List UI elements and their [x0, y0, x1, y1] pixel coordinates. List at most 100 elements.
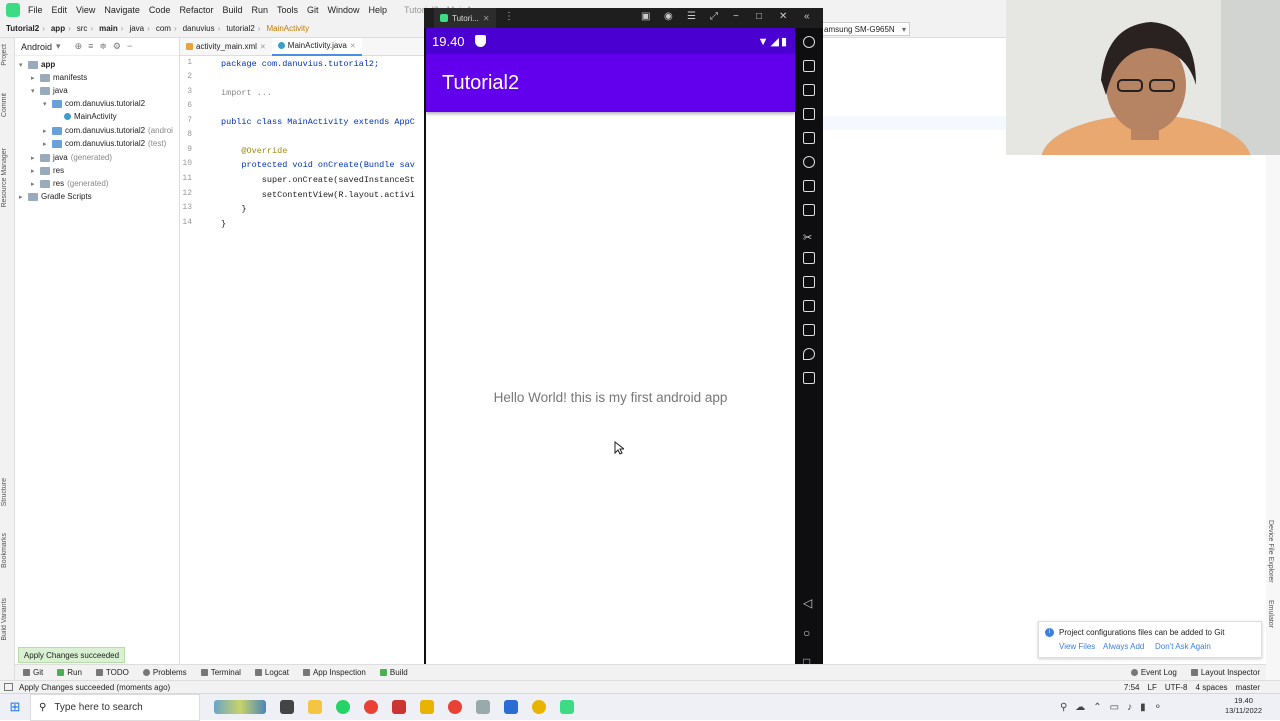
menu-tools[interactable]: Tools — [277, 5, 298, 15]
tree-item[interactable]: ▾ java — [31, 84, 68, 97]
tree-item[interactable]: ▾ com.danuvius.tutorial2 — [43, 97, 145, 110]
file-explorer-icon[interactable] — [308, 700, 322, 714]
keyboard-icon[interactable] — [803, 60, 815, 72]
menu-navigate[interactable]: Navigate — [104, 5, 140, 15]
breadcrumb-item[interactable]: MainActivity — [266, 24, 309, 33]
chevron-icon[interactable]: ▸ — [19, 193, 25, 201]
close-icon[interactable]: ✕ — [779, 11, 787, 22]
tool-tab-run[interactable]: Run — [57, 668, 82, 677]
maximize-icon[interactable]: □ — [756, 11, 762, 22]
chevron-icon[interactable]: ▾ — [19, 61, 25, 69]
app-icon[interactable] — [392, 700, 406, 714]
app-icon[interactable] — [532, 700, 546, 714]
chevron-icon[interactable]: ▸ — [31, 154, 37, 162]
tool-tab-resource-manager[interactable]: Resource Manager — [1, 148, 8, 208]
chevron-icon[interactable]: ▸ — [31, 180, 37, 188]
tree-item[interactable]: ▸ res — [31, 164, 64, 177]
chevron-icon[interactable]: ▸ — [43, 140, 49, 148]
tool-tab-event-log[interactable]: Event Log — [1130, 668, 1177, 677]
menu-git[interactable]: Git — [307, 5, 319, 15]
app-icon[interactable] — [476, 700, 490, 714]
tree-item[interactable]: ▸ com.danuvius.tutorial2 (test) — [43, 137, 166, 150]
tool-tab-project[interactable]: Project — [1, 44, 8, 66]
tree-item[interactable]: ▸ manifests — [31, 71, 87, 84]
tree-item[interactable]: MainActivity — [55, 110, 117, 123]
android-studio-icon[interactable] — [560, 700, 574, 714]
whatsapp-icon[interactable] — [336, 700, 350, 714]
chrome-icon[interactable] — [448, 700, 462, 714]
back-icon[interactable]: ◁ — [803, 596, 812, 610]
emulator-tab[interactable]: Tutori... ✕ — [434, 8, 496, 28]
rotate-right-icon[interactable] — [803, 156, 815, 168]
breadcrumb-item[interactable]: tutorial2 — [226, 24, 254, 33]
volume-up-icon[interactable] — [803, 84, 815, 96]
view-files-link[interactable]: View Files — [1059, 642, 1095, 651]
caret-position[interactable]: 7:54 — [1124, 683, 1140, 692]
fold-icon[interactable] — [803, 372, 815, 384]
location-icon[interactable] — [803, 348, 815, 360]
menu-code[interactable]: Code — [149, 5, 171, 15]
chrome-icon[interactable] — [364, 700, 378, 714]
camera-icon[interactable] — [803, 180, 815, 192]
toggle-tool-windows-icon[interactable] — [4, 683, 13, 691]
scissors-icon[interactable]: ✂ — [803, 228, 815, 244]
volume-down-icon[interactable] — [803, 108, 815, 120]
menu-file[interactable]: File — [28, 5, 43, 15]
task-view-icon[interactable] — [280, 700, 294, 714]
code-editor[interactable]: package com.danuvius.tutorial2; import ..… — [220, 56, 425, 664]
close-icon[interactable]: ✕ — [260, 43, 266, 51]
menu-edit[interactable]: Edit — [52, 5, 68, 15]
file-encoding[interactable]: UTF-8 — [1165, 683, 1188, 692]
breadcrumb-item[interactable]: app — [51, 24, 65, 33]
chevron-icon[interactable]: ▸ — [31, 167, 37, 175]
tool-tab-emulator[interactable]: Emulator — [1267, 600, 1274, 628]
breadcrumb-item[interactable]: com — [156, 24, 171, 33]
tool-tab-layout-inspector[interactable]: Layout Inspector — [1190, 668, 1260, 677]
minimize-icon[interactable]: − — [733, 11, 739, 22]
chevron-icon[interactable]: ▸ — [31, 74, 37, 82]
menu-run[interactable]: Run — [251, 5, 268, 15]
menu-refactor[interactable]: Refactor — [179, 5, 213, 15]
close-icon[interactable]: ✕ — [483, 14, 490, 23]
folder-icon[interactable] — [803, 324, 815, 336]
dont-ask-again-link[interactable]: Don't Ask Again — [1155, 642, 1211, 651]
line-separator[interactable]: LF — [1148, 683, 1157, 692]
home-icon[interactable]: ○ — [803, 626, 810, 640]
tree-item[interactable]: ▸ Gradle Scripts — [19, 190, 92, 203]
restore-icon[interactable]: ⤢ — [710, 11, 718, 22]
tree-item[interactable]: ▸ com.danuvius.tutorial2 (androi — [43, 124, 173, 137]
breadcrumb-item[interactable]: Tutorial2 — [6, 24, 39, 33]
menu-view[interactable]: View — [76, 5, 95, 15]
tool-tab-commit[interactable]: Commit — [1, 93, 8, 117]
power-icon[interactable] — [803, 36, 815, 48]
system-tray-icons[interactable]: ⚲☁⌃▭♪▮⚬ — [1060, 702, 1170, 713]
menu-build[interactable]: Build — [222, 5, 242, 15]
menu-window[interactable]: Window — [328, 5, 360, 15]
breadcrumb-item[interactable]: main — [99, 24, 118, 33]
chevron-icon[interactable]: ▾ — [31, 87, 37, 95]
tool-tab-build[interactable]: Build — [379, 668, 408, 677]
split-screen-icon[interactable] — [803, 252, 815, 264]
tool-tab-problems[interactable]: Problems — [142, 668, 187, 677]
tab-mainactivity-java[interactable]: MainActivity.java ✕ — [271, 37, 362, 56]
chevron-icon[interactable]: ▾ — [43, 100, 49, 108]
breadcrumb-item[interactable]: src — [77, 24, 88, 33]
tool-tab-bookmarks[interactable]: Bookmarks — [1, 533, 8, 568]
menu-help[interactable]: Help — [369, 5, 388, 15]
tool-tab-git[interactable]: Git — [23, 668, 43, 677]
breadcrumb-item[interactable]: danuvius — [183, 24, 215, 33]
always-add-link[interactable]: Always Add — [1103, 642, 1144, 651]
app-icon[interactable] — [420, 700, 434, 714]
zoom-icon[interactable] — [803, 204, 815, 216]
taskbar-clock[interactable]: 19.40 13/11/2022 — [1225, 696, 1262, 716]
vibrate-icon[interactable] — [803, 300, 815, 312]
clipboard-icon[interactable] — [803, 276, 815, 288]
project-view-selector[interactable]: Android ▾ ⊕≡≑⚙− — [15, 38, 179, 56]
device-selector[interactable]: amsung SM-G965N ▾ — [820, 22, 910, 36]
collapse-icon[interactable]: « — [804, 11, 810, 22]
tool-tab-app-inspection[interactable]: App Inspection — [302, 668, 366, 677]
tab-activity-main-xml[interactable]: activity_main.xml ✕ — [180, 38, 272, 56]
panel-toolbar-icons[interactable]: ⊕≡≑⚙− — [75, 41, 139, 52]
indent-setting[interactable]: 4 spaces — [1196, 683, 1228, 692]
tree-item[interactable]: ▸ res (generated) — [31, 177, 108, 190]
